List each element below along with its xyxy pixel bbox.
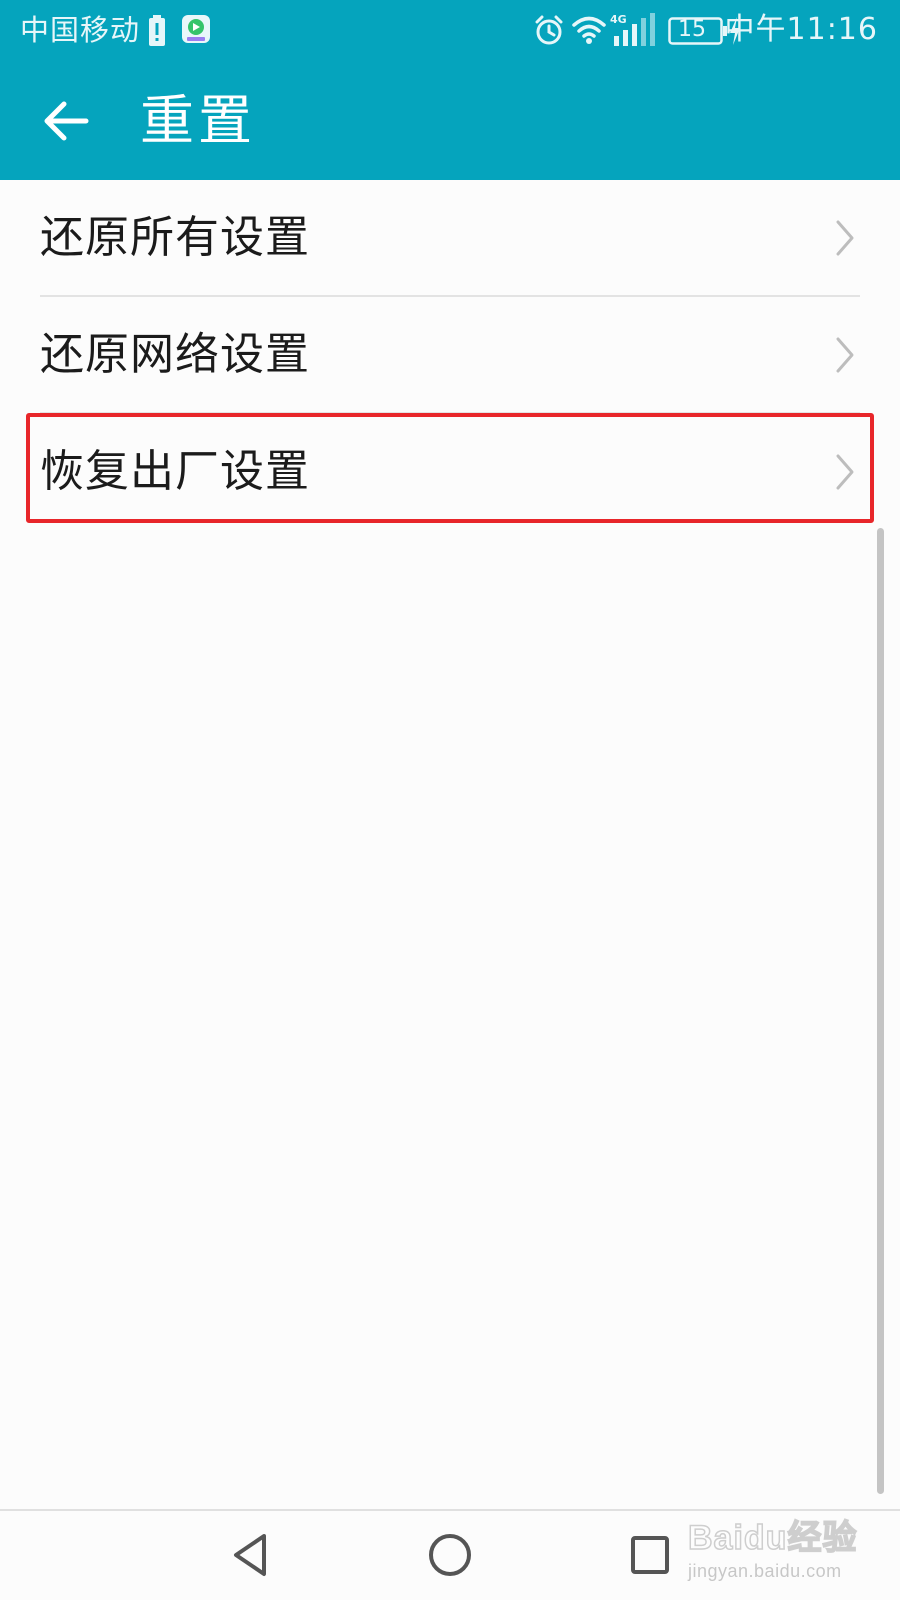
battery-low-icon bbox=[149, 15, 165, 46]
app-header: 重置 bbox=[0, 62, 900, 180]
chevron-right-icon bbox=[836, 220, 854, 256]
watermark: Baidu经验 jingyan.baidu.com bbox=[687, 1518, 858, 1588]
signal-4g-icon: 4G bbox=[610, 13, 655, 46]
nav-home-button[interactable] bbox=[420, 1525, 480, 1585]
circle-home-icon bbox=[429, 1534, 471, 1576]
list-item-label: 还原网络设置 bbox=[40, 329, 310, 380]
list-item-reset-all-settings[interactable]: 还原所有设置 bbox=[0, 180, 900, 296]
arrow-left-icon bbox=[44, 101, 89, 141]
list-item-label: 还原所有设置 bbox=[40, 212, 310, 263]
square-recents-icon bbox=[631, 1536, 669, 1574]
list-item-reset-network-settings[interactable]: 还原网络设置 bbox=[0, 297, 900, 413]
carrier-name: 中国移动 bbox=[20, 13, 141, 47]
watermark-url: jingyan.baidu.com bbox=[688, 1561, 842, 1581]
video-app-icon bbox=[182, 15, 210, 43]
triangle-back-icon bbox=[234, 1534, 266, 1576]
watermark-logo: Baidu经验 bbox=[687, 1518, 858, 1558]
highlight-box bbox=[26, 413, 874, 523]
status-bar: 中国移动 4G 15 中午11:16 bbox=[0, 0, 900, 62]
nav-recents-button[interactable] bbox=[620, 1525, 680, 1585]
clock: 中午11:16 bbox=[724, 12, 878, 47]
back-button[interactable] bbox=[36, 90, 98, 152]
chevron-right-icon bbox=[836, 337, 854, 373]
page-title: 重置 bbox=[140, 89, 256, 152]
nav-back-button[interactable] bbox=[222, 1525, 282, 1585]
alarm-icon bbox=[535, 15, 563, 45]
svg-text:4G: 4G bbox=[610, 13, 627, 26]
scrollbar[interactable] bbox=[877, 528, 884, 1494]
battery-level: 15 bbox=[678, 17, 706, 42]
wifi-icon bbox=[572, 16, 606, 44]
